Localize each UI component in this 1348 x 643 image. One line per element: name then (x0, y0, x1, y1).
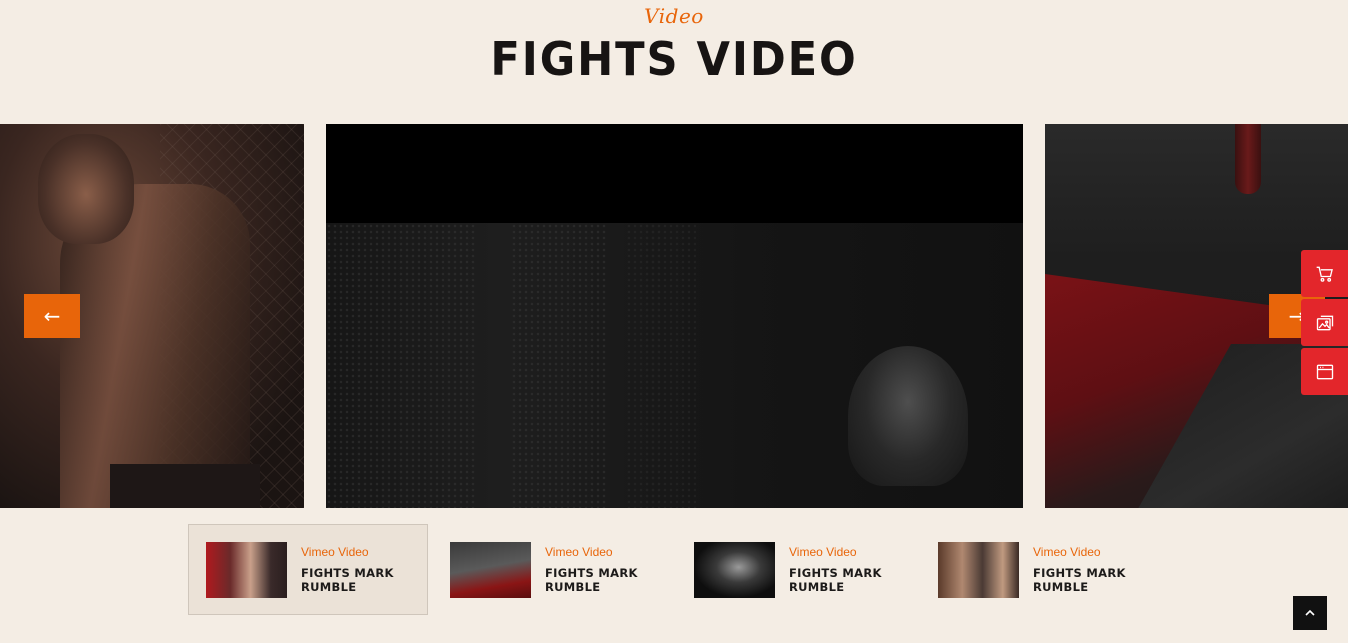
video-thumbnail-item[interactable]: Vimeo Video FIGHTS MARK RUMBLE (677, 524, 917, 615)
video-thumbnail-item[interactable]: Vimeo Video FIGHTS MARK RUMBLE (433, 524, 673, 615)
thumbnail-image (206, 541, 287, 598)
back-to-top-button[interactable] (1293, 596, 1327, 630)
video-thumbnail-list: Vimeo Video FIGHTS MARK RUMBLE Vimeo Vid… (188, 524, 1168, 615)
thumbnail-title: FIGHTS MARK RUMBLE (301, 566, 394, 594)
thumbnail-title: FIGHTS MARK RUMBLE (545, 566, 638, 594)
cart-icon (1316, 266, 1333, 282)
punching-bag-image (1235, 124, 1261, 194)
thumbnail-title: FIGHTS MARK RUMBLE (789, 566, 882, 594)
thumbnail-tag: Vimeo Video (545, 545, 613, 559)
section-title: FIGHTS VIDEO (490, 32, 858, 86)
thumbnail-image (694, 541, 775, 598)
thumbnail-tag: Vimeo Video (1033, 545, 1101, 559)
slider-prev-button[interactable]: ← (24, 294, 80, 338)
fighter-shorts-image (110, 464, 260, 508)
video-slide-current[interactable] (326, 124, 1023, 508)
thumbnail-title: FIGHTS MARK RUMBLE (1033, 566, 1126, 594)
thumbnail-tag: Vimeo Video (301, 545, 369, 559)
thumbnail-image (938, 541, 1019, 598)
fighter-head-image (38, 134, 134, 244)
arrow-left-icon: ← (43, 304, 61, 328)
video-thumbnail-item[interactable]: Vimeo Video FIGHTS MARK RUMBLE (188, 524, 428, 615)
cart-button[interactable] (1301, 250, 1348, 297)
thumbnail-tag: Vimeo Video (789, 545, 857, 559)
section-subtitle: Video (644, 4, 704, 28)
locker-panel (326, 223, 476, 508)
gallery-button[interactable] (1301, 299, 1348, 346)
thumbnail-image (450, 541, 531, 598)
video-thumbnail-item[interactable]: Vimeo Video FIGHTS MARK RUMBLE (921, 524, 1161, 615)
images-icon (1316, 315, 1333, 330)
locker-panel (511, 223, 606, 508)
locker-panel (626, 223, 696, 508)
side-toolbar (1301, 250, 1348, 397)
fighter-figure-image (848, 346, 968, 486)
browser-window-icon (1316, 364, 1333, 379)
window-button[interactable] (1301, 348, 1348, 395)
chevron-up-icon (1305, 609, 1315, 616)
